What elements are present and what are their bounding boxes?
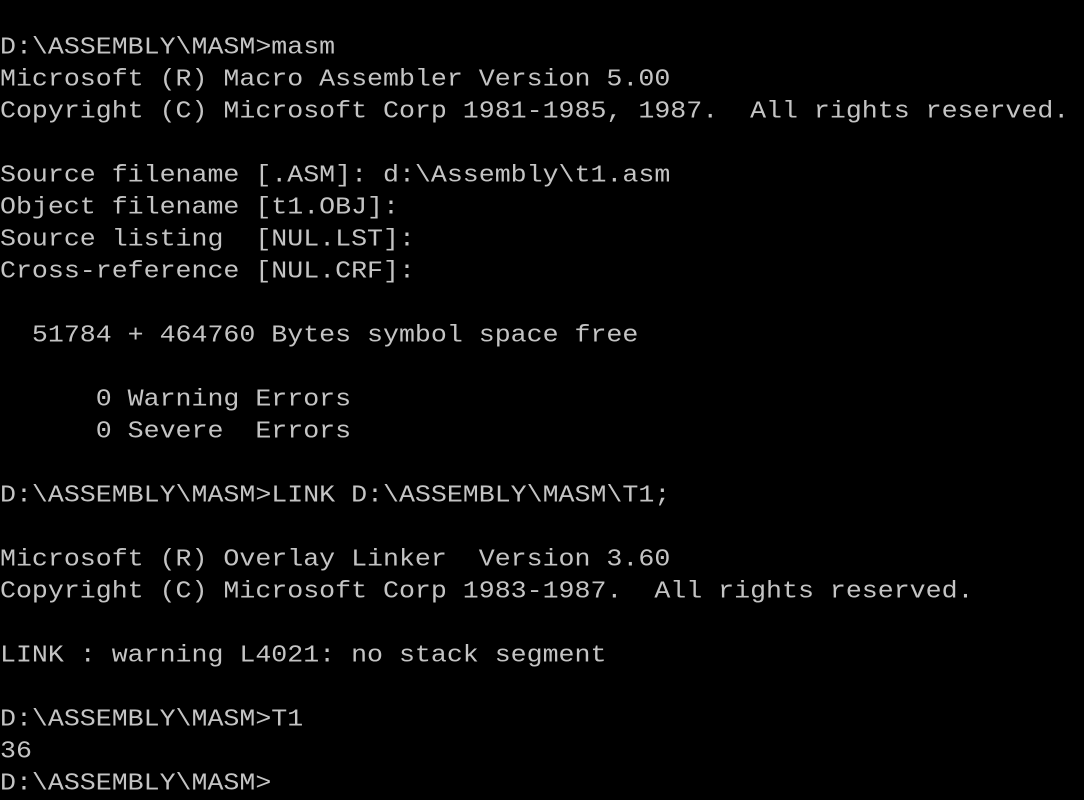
terminal-line: LINK : warning L4021: no stack segment [0,641,607,669]
dos-terminal-screen[interactable]: D:\ASSEMBLY\MASM>masm Microsoft (R) Macro… [0,0,1084,800]
terminal-line: Copyright (C) Microsoft Corp 1983-1987. … [0,577,974,605]
terminal-line: D:\ASSEMBLY\MASM>masm [0,33,336,61]
terminal-line: 0 Severe Errors [0,417,352,445]
terminal-line: 36 [0,737,32,765]
terminal-line: D:\ASSEMBLY\MASM> [0,769,272,797]
terminal-line: D:\ASSEMBLY\MASM>LINK D:\ASSEMBLY\MASM\T… [0,481,671,509]
terminal-line: Object filename [t1.OBJ]: [0,193,399,221]
terminal-line: Copyright (C) Microsoft Corp 1981-1985, … [0,97,1070,125]
terminal-line: Source filename [.ASM]: d:\Assembly\t1.a… [0,161,671,189]
terminal-line: Cross-reference [NUL.CRF]: [0,257,415,285]
terminal-line: Source listing [NUL.LST]: [0,225,415,253]
terminal-line: D:\ASSEMBLY\MASM>T1 [0,705,304,733]
terminal-line: 51784 + 464760 Bytes symbol space free [0,321,639,349]
terminal-line: Microsoft (R) Macro Assembler Version 5.… [0,65,671,93]
terminal-line: Microsoft (R) Overlay Linker Version 3.6… [0,545,671,573]
terminal-line: 0 Warning Errors [0,385,352,413]
